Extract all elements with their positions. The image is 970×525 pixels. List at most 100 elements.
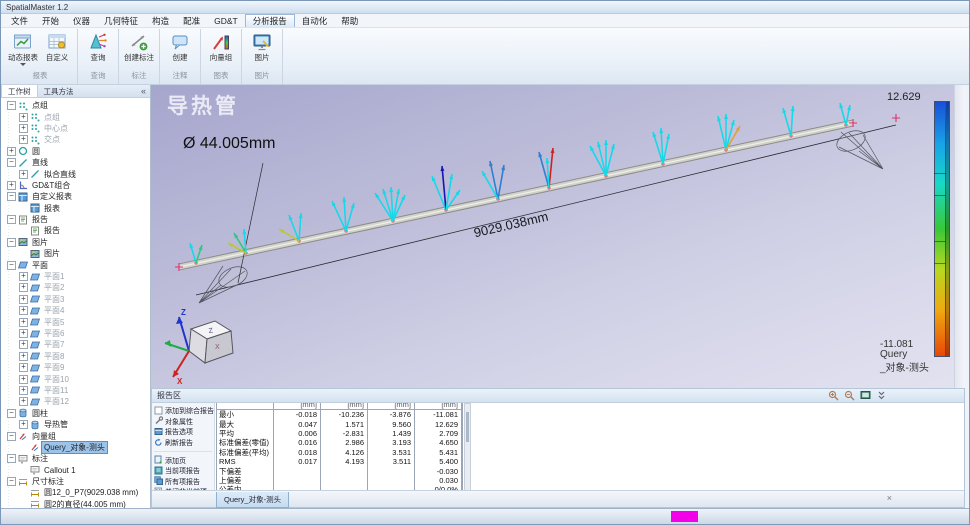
report-table-scrollbar[interactable] xyxy=(464,403,471,494)
tree-item-6[interactable]: +拟合直线 xyxy=(3,168,150,179)
tree-item-23[interactable]: +平面9 xyxy=(3,362,150,373)
tree-item-12[interactable]: −图片 xyxy=(3,237,150,248)
tree-expander-icon[interactable]: + xyxy=(19,375,28,384)
tree-item-25[interactable]: +平面11 xyxy=(3,385,150,396)
titlebar[interactable]: SpatialMaster 1.2 xyxy=(1,1,969,14)
tree-item-31[interactable]: −标注 xyxy=(3,453,150,464)
vector-group-button[interactable]: 向量组 xyxy=(204,29,238,62)
tree-item-4[interactable]: +圆 xyxy=(3,146,150,157)
tree-expander-icon[interactable]: + xyxy=(19,124,28,133)
menu-item-7[interactable]: 分析报告 xyxy=(245,14,295,27)
tree-item-7[interactable]: +GD&T组合 xyxy=(3,180,150,191)
tree-item-33[interactable]: −尺寸标注 xyxy=(3,476,150,487)
navigation-cube[interactable]: Z X Z X xyxy=(165,308,233,386)
report-view-0-button[interactable]: 添加页 xyxy=(154,455,212,466)
report-chart-button[interactable]: 动态报表 xyxy=(6,29,40,66)
tree-item-32[interactable]: +Callout 1 xyxy=(3,465,150,476)
tree-item-11[interactable]: +报告 xyxy=(3,225,150,236)
tab-tool-methods[interactable]: 工具方法 xyxy=(38,85,80,97)
menu-item-4[interactable]: 构造 xyxy=(145,14,176,27)
create-callout-button[interactable]: 创建标注 xyxy=(122,29,156,62)
tree-item-8[interactable]: −自定义报表 xyxy=(3,191,150,202)
report-view-1-button[interactable]: 当前项报告 xyxy=(154,466,212,477)
tree-expander-icon[interactable]: + xyxy=(19,283,28,292)
tree-item-24[interactable]: +平面10 xyxy=(3,373,150,384)
tree-expander-icon[interactable]: − xyxy=(7,101,16,110)
menu-item-5[interactable]: 配准 xyxy=(176,14,207,27)
menu-item-8[interactable]: 自动化 xyxy=(295,14,335,27)
viewport-3d[interactable]: 导热管 xyxy=(151,85,965,388)
tree-item-2[interactable]: +中心点 xyxy=(3,123,150,134)
tab-work-tree[interactable]: 工作树 xyxy=(1,85,38,97)
tree-expander-icon[interactable]: + xyxy=(7,181,16,190)
tree-expander-icon[interactable]: − xyxy=(7,432,16,441)
tree-expander-icon[interactable]: − xyxy=(7,158,16,167)
tree-item-16[interactable]: +平面2 xyxy=(3,282,150,293)
tree-item-14[interactable]: −平面 xyxy=(3,259,150,270)
close-icon[interactable]: × xyxy=(887,494,892,503)
table-row[interactable]: 标准偏差(平均)0.0184.1263.5315.431 xyxy=(216,448,462,457)
tree-item-34[interactable]: +圆12_0_P7(9029.038 mm) xyxy=(3,487,150,498)
menu-item-1[interactable]: 开始 xyxy=(35,14,66,27)
sidebar-collapse-button[interactable]: « xyxy=(137,85,150,97)
menu-item-9[interactable]: 帮助 xyxy=(334,14,365,27)
menu-item-0[interactable]: 文件 xyxy=(4,14,35,27)
report-action-1-button[interactable]: 对象属性 xyxy=(154,417,212,428)
tree-expander-icon[interactable]: + xyxy=(19,420,28,429)
tree-expander-icon[interactable]: − xyxy=(7,215,16,224)
tree-item-18[interactable]: +平面4 xyxy=(3,305,150,316)
table-row[interactable]: RMS0.0174.1933.5115.400 xyxy=(216,457,462,466)
viewport-side-strip[interactable] xyxy=(954,85,965,388)
table-row[interactable]: 最大0.0471.5719.56012.629 xyxy=(216,419,462,428)
zoom-in-icon[interactable] xyxy=(828,390,839,401)
tree-expander-icon[interactable]: + xyxy=(19,397,28,406)
tree-expander-icon[interactable]: − xyxy=(7,409,16,418)
report-view-2-button[interactable]: 所有项报告 xyxy=(154,477,212,488)
tree-item-21[interactable]: +平面7 xyxy=(3,339,150,350)
tree-expander-icon[interactable]: + xyxy=(19,329,28,338)
tree-item-22[interactable]: +平面8 xyxy=(3,351,150,362)
tree-item-29[interactable]: −向量组 xyxy=(3,430,150,441)
tree-expander-icon[interactable]: + xyxy=(19,386,28,395)
tree-item-13[interactable]: +图片 xyxy=(3,248,150,259)
tree-item-15[interactable]: +平面1 xyxy=(3,271,150,282)
tree-expander-icon[interactable]: − xyxy=(7,238,16,247)
tree-expander-icon[interactable]: + xyxy=(19,352,28,361)
tree-expander-icon[interactable]: − xyxy=(7,261,16,270)
table-row[interactable]: 最小-0.018-10.236-3.876-11.081 xyxy=(216,410,462,419)
tree-item-3[interactable]: +交点 xyxy=(3,134,150,145)
tree-item-17[interactable]: +平面3 xyxy=(3,294,150,305)
tree-expander-icon[interactable]: + xyxy=(19,113,28,122)
table-row[interactable]: 下偏差-0.030 xyxy=(216,466,462,475)
tree-expander-icon[interactable]: − xyxy=(7,454,16,463)
report-action-2-button[interactable]: 报告选项 xyxy=(154,427,212,438)
tree-item-26[interactable]: +平面12 xyxy=(3,396,150,407)
tree-expander-icon[interactable]: + xyxy=(19,318,28,327)
tree-item-28[interactable]: +导热管 xyxy=(3,419,150,430)
tree-expander-icon[interactable]: + xyxy=(19,272,28,281)
tree-expander-icon[interactable]: − xyxy=(7,477,16,486)
tree-item-5[interactable]: −直线 xyxy=(3,157,150,168)
tree-item-35[interactable]: +圆2的直径(44.005 mm) xyxy=(3,499,150,508)
query-button[interactable]: 查询 xyxy=(81,29,115,62)
table-row[interactable]: 上偏差0.030 xyxy=(216,476,462,485)
menu-item-6[interactable]: GD&T xyxy=(207,14,245,27)
tree-item-9[interactable]: +报表 xyxy=(3,203,150,214)
fit-screen-icon[interactable] xyxy=(860,390,871,401)
tree-item-0[interactable]: −点组 xyxy=(3,100,150,111)
custom-report-button[interactable]: 自定义 xyxy=(40,29,74,62)
report-doc-tab[interactable]: Query_对象-测头 xyxy=(216,492,289,508)
tree-expander-icon[interactable]: + xyxy=(19,295,28,304)
tree-expander-icon[interactable]: + xyxy=(19,363,28,372)
create-comment-button[interactable]: 创建 xyxy=(163,29,197,62)
tree-expander-icon[interactable]: + xyxy=(19,306,28,315)
tree-item-20[interactable]: +平面6 xyxy=(3,328,150,339)
zoom-out-icon[interactable] xyxy=(844,390,855,401)
tree-item-27[interactable]: −圆柱 xyxy=(3,408,150,419)
tree-item-1[interactable]: +点组 xyxy=(3,111,150,122)
menu-item-2[interactable]: 仪器 xyxy=(66,14,97,27)
picture-button[interactable]: 图片 xyxy=(245,29,279,62)
tree-item-19[interactable]: +平面5 xyxy=(3,316,150,327)
report-action-3-button[interactable]: 刷新报告 xyxy=(154,438,212,449)
collapse-panel-icon[interactable] xyxy=(876,390,887,401)
